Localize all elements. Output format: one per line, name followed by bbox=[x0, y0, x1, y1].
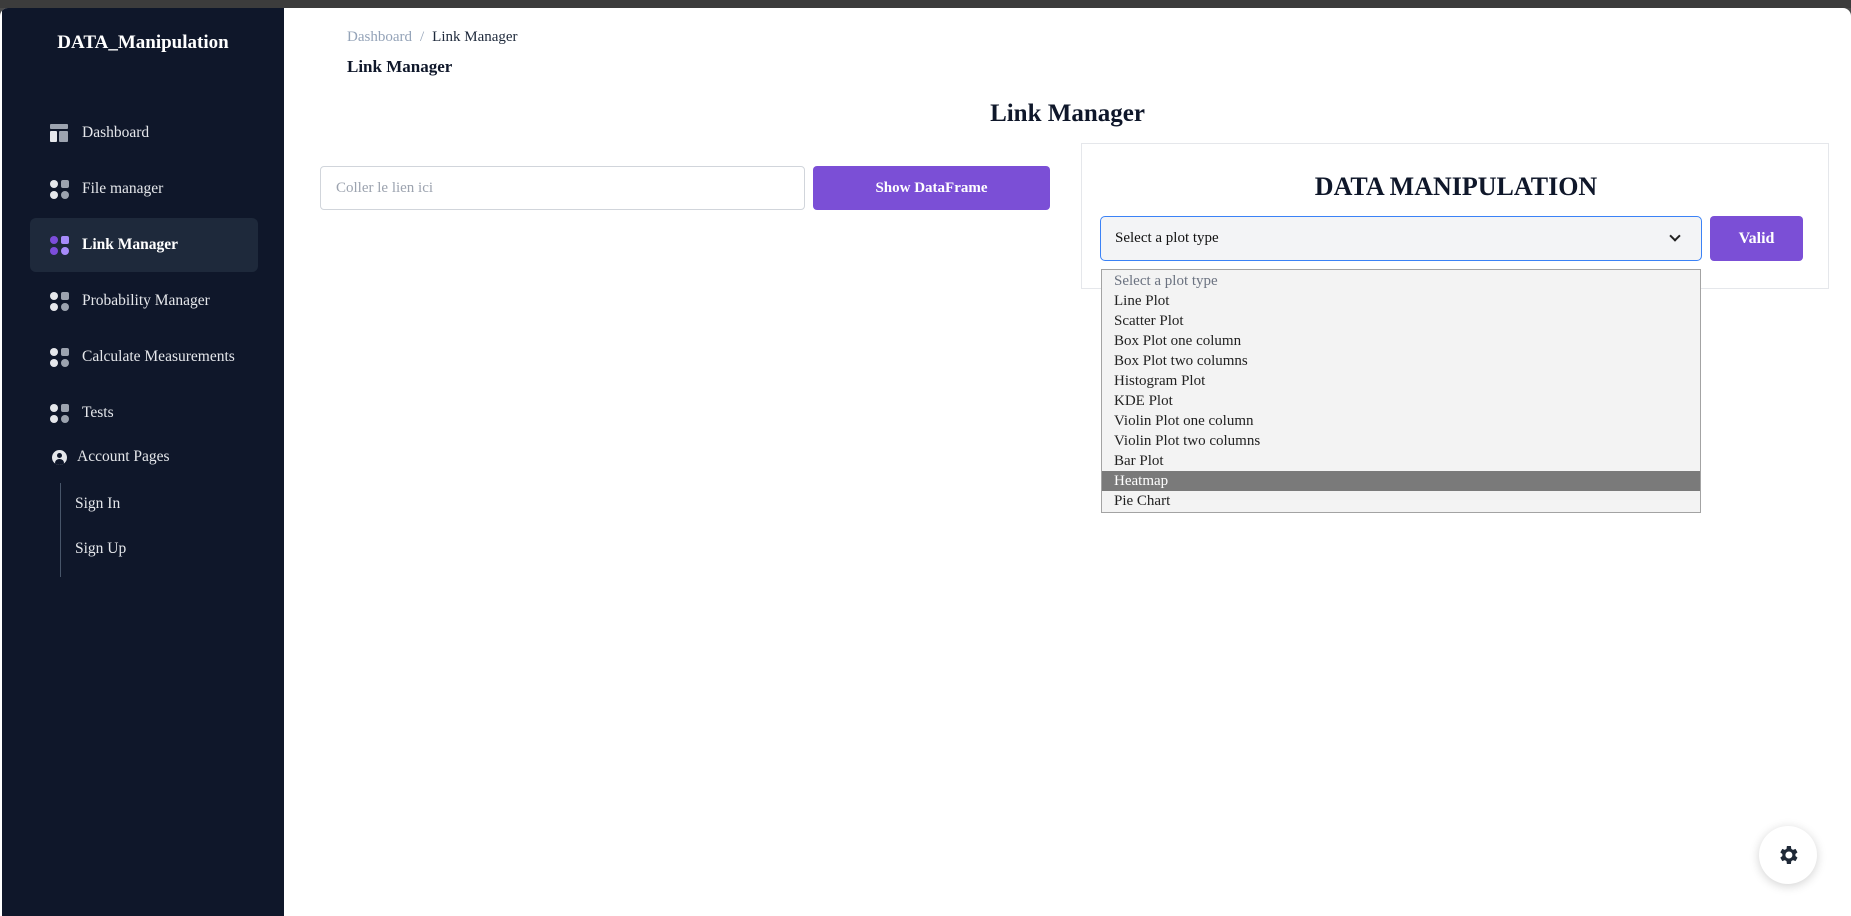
browser-top-strip bbox=[0, 0, 1851, 8]
brand-title: DATA_Manipulation bbox=[57, 32, 229, 53]
sidebar-item-sign-up[interactable]: Sign Up bbox=[75, 540, 126, 558]
dropdown-option[interactable]: Select a plot type bbox=[1102, 271, 1700, 291]
sidebar-item-probability-manager[interactable]: Probability Manager bbox=[30, 274, 258, 328]
valid-button[interactable]: Valid bbox=[1710, 216, 1803, 261]
grid-icon bbox=[50, 347, 69, 367]
grid-icon bbox=[50, 235, 69, 255]
account-pages-label: Account Pages bbox=[77, 448, 170, 465]
app-window: DATA_Manipulation Dashboard File manager… bbox=[0, 8, 1851, 916]
breadcrumb-current: Link Manager bbox=[432, 29, 518, 45]
dropdown-option[interactable]: Scatter Plot bbox=[1102, 311, 1700, 331]
page-title: Link Manager bbox=[990, 100, 1145, 127]
breadcrumb-title: Link Manager bbox=[347, 57, 453, 76]
data-manipulation-panel: DATA MANIPULATION Select a plot type Val… bbox=[1081, 143, 1829, 289]
grid-icon bbox=[50, 403, 69, 423]
sidebar-item-sign-in[interactable]: Sign In bbox=[75, 495, 120, 513]
sidebar-item-link-manager[interactable]: Link Manager bbox=[30, 218, 258, 272]
sidebar-item-label: Calculate Measurements bbox=[82, 348, 235, 365]
dropdown-option[interactable]: Violin Plot one column bbox=[1102, 411, 1700, 431]
submenu-divider bbox=[60, 483, 61, 577]
main-content: Dashboard / Link Manager Link Manager Link… bbox=[284, 8, 1851, 916]
user-circle-icon bbox=[52, 449, 67, 465]
dropdown-option[interactable]: KDE Plot bbox=[1102, 391, 1700, 411]
account-pages-toggle[interactable]: Account Pages bbox=[52, 448, 170, 466]
sidebar: DATA_Manipulation Dashboard File manager… bbox=[2, 8, 284, 916]
settings-fab[interactable] bbox=[1759, 826, 1817, 884]
breadcrumb-separator: / bbox=[419, 29, 425, 45]
dropdown-option[interactable]: Bar Plot bbox=[1102, 451, 1700, 471]
dropdown-option[interactable]: Histogram Plot bbox=[1102, 371, 1700, 391]
sidebar-item-dashboard[interactable]: Dashboard bbox=[30, 106, 258, 160]
gear-icon bbox=[1780, 846, 1798, 864]
chevron-down-icon bbox=[1669, 230, 1681, 242]
sidebar-item-file-manager[interactable]: File manager bbox=[30, 162, 258, 216]
dropdown-option[interactable]: Pie Chart bbox=[1102, 491, 1700, 511]
dropdown-option-highlighted[interactable]: Heatmap bbox=[1102, 471, 1700, 491]
breadcrumb-parent[interactable]: Dashboard bbox=[347, 29, 412, 45]
sidebar-item-tests[interactable]: Tests bbox=[30, 386, 258, 440]
sidebar-item-label: File manager bbox=[82, 180, 164, 197]
sidebar-item-label: Dashboard bbox=[82, 124, 150, 141]
grid-icon bbox=[50, 179, 69, 199]
dropdown-option[interactable]: Line Plot bbox=[1102, 291, 1700, 311]
select-value: Select a plot type bbox=[1115, 230, 1219, 246]
panel-title: DATA MANIPULATION bbox=[1314, 172, 1598, 201]
plot-type-select[interactable]: Select a plot type bbox=[1100, 216, 1702, 261]
sidebar-item-label: Tests bbox=[82, 404, 114, 421]
link-input[interactable] bbox=[320, 166, 805, 210]
sidebar-item-label: Probability Manager bbox=[82, 292, 210, 309]
dropdown-option[interactable]: Box Plot two columns bbox=[1102, 351, 1700, 371]
dropdown-option[interactable]: Box Plot one column bbox=[1102, 331, 1700, 351]
sidebar-item-calculate-measurements[interactable]: Calculate Measurements bbox=[30, 330, 258, 384]
show-dataframe-button[interactable]: Show DataFrame bbox=[813, 166, 1050, 210]
dashboard-icon bbox=[50, 123, 69, 143]
sidebar-item-label: Link Manager bbox=[82, 236, 179, 253]
plot-type-dropdown: Select a plot type Line Plot Scatter Plo… bbox=[1101, 269, 1701, 513]
dropdown-option[interactable]: Violin Plot two columns bbox=[1102, 431, 1700, 451]
breadcrumb: Dashboard / Link Manager bbox=[347, 29, 518, 46]
grid-icon bbox=[50, 291, 69, 311]
